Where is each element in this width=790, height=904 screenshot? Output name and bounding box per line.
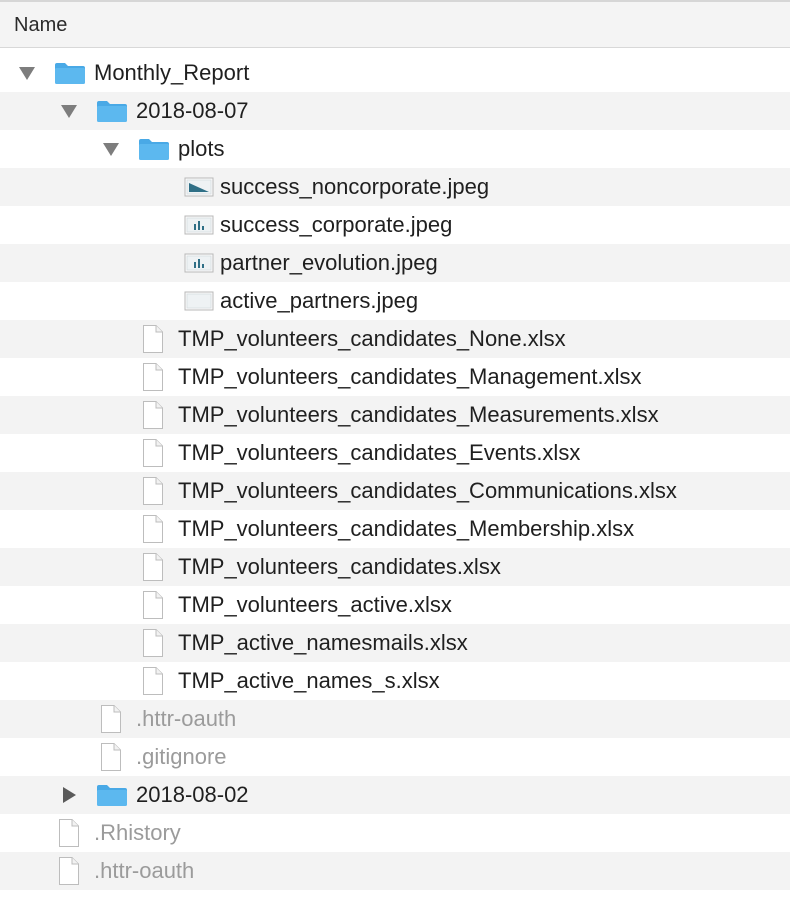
image-thumbnail-icon [184, 282, 214, 320]
tree-row-label: .httr-oauth [94, 858, 195, 883]
disclosure-expanded-icon[interactable] [18, 54, 36, 92]
tree-row-label: .httr-oauth [136, 706, 237, 731]
tree-row[interactable]: .Rhistory [0, 814, 790, 852]
tree-row[interactable]: plots [0, 130, 790, 168]
tree-row-label: TMP_volunteers_active.xlsx [178, 592, 452, 617]
tree-row[interactable]: TMP_volunteers_candidates_Membership.xls… [0, 510, 790, 548]
column-header[interactable]: Name [0, 0, 790, 48]
name-column-header[interactable]: Name [14, 0, 67, 50]
tree-row-label: active_partners.jpeg [220, 288, 419, 313]
tree-row[interactable]: TMP_volunteers_candidates.xlsx [0, 548, 790, 586]
folder-icon [54, 54, 86, 92]
tree-row-label: .Rhistory [94, 820, 181, 845]
tree-row[interactable]: Monthly_Report [0, 54, 790, 92]
image-thumbnail-icon [184, 244, 214, 282]
tree-row-label: TMP_volunteers_candidates_Measurements.x… [178, 402, 659, 427]
document-icon [142, 358, 164, 396]
tree-row-label: plots [178, 136, 225, 161]
document-icon [142, 320, 164, 358]
header-top-border [0, 0, 790, 2]
document-icon [142, 548, 164, 586]
document-icon [142, 624, 164, 662]
tree-row[interactable]: TMP_volunteers_candidates_Management.xls… [0, 358, 790, 396]
document-icon [142, 396, 164, 434]
disclosure-expanded-icon[interactable] [102, 130, 120, 168]
document-icon [100, 738, 122, 776]
tree-row[interactable]: success_corporate.jpeg [0, 206, 790, 244]
tree-row-label: TMP_volunteers_candidates_Events.xlsx [178, 440, 581, 465]
tree-row[interactable]: TMP_active_names_s.xlsx [0, 662, 790, 700]
tree-row[interactable]: TMP_volunteers_candidates_Measurements.x… [0, 396, 790, 434]
tree-row-label: TMP_active_names_s.xlsx [178, 668, 440, 693]
folder-icon [96, 92, 128, 130]
tree-row[interactable]: TMP_volunteers_candidates_None.xlsx [0, 320, 790, 358]
document-icon [142, 434, 164, 472]
tree-row[interactable]: success_noncorporate.jpeg [0, 168, 790, 206]
tree-row[interactable]: active_partners.jpeg [0, 282, 790, 320]
tree-row[interactable]: .httr-oauth [0, 700, 790, 738]
document-icon [100, 700, 122, 738]
image-thumbnail-icon [184, 206, 214, 244]
document-icon [142, 510, 164, 548]
disclosure-collapsed-icon[interactable] [60, 776, 78, 814]
tree-row-label: Monthly_Report [94, 60, 250, 85]
tree-row-label: success_noncorporate.jpeg [220, 174, 490, 199]
tree-row-label: 2018-08-02 [136, 782, 249, 807]
tree-row[interactable]: 2018-08-02 [0, 776, 790, 814]
document-icon [142, 662, 164, 700]
tree-row[interactable]: TMP_volunteers_candidates_Events.xlsx [0, 434, 790, 472]
document-icon [142, 472, 164, 510]
tree-row-label: TMP_volunteers_candidates_None.xlsx [178, 326, 566, 351]
tree-row-label: partner_evolution.jpeg [220, 250, 438, 275]
tree-row[interactable]: TMP_active_namesmails.xlsx [0, 624, 790, 662]
tree-row-label: TMP_volunteers_candidates_Membership.xls… [178, 516, 635, 541]
tree-row-label: TMP_active_namesmails.xlsx [178, 630, 468, 655]
tree-row[interactable]: TMP_volunteers_candidates_Communications… [0, 472, 790, 510]
tree-row-label: TMP_volunteers_candidates.xlsx [178, 554, 501, 579]
file-tree: Monthly_Report 2018-08-07 plots success_non… [0, 54, 790, 890]
folder-icon [96, 776, 128, 814]
document-icon [58, 814, 80, 852]
tree-row[interactable]: TMP_volunteers_active.xlsx [0, 586, 790, 624]
tree-row-label: .gitignore [136, 744, 227, 769]
document-icon [58, 852, 80, 890]
tree-row[interactable]: .gitignore [0, 738, 790, 776]
tree-row-label: TMP_volunteers_candidates_Communications… [178, 478, 677, 503]
tree-row-label: success_corporate.jpeg [220, 212, 453, 237]
document-icon [142, 586, 164, 624]
disclosure-expanded-icon[interactable] [60, 92, 78, 130]
tree-row[interactable]: .httr-oauth [0, 852, 790, 890]
tree-row[interactable]: partner_evolution.jpeg [0, 244, 790, 282]
tree-row-label: TMP_volunteers_candidates_Management.xls… [178, 364, 642, 389]
image-thumbnail-icon [184, 168, 214, 206]
tree-row[interactable]: 2018-08-07 [0, 92, 790, 130]
finder-list-view: Name Monthly_Report 2018-08-07 plots succes… [0, 0, 790, 904]
folder-icon [138, 130, 170, 168]
tree-row-label: 2018-08-07 [136, 98, 249, 123]
